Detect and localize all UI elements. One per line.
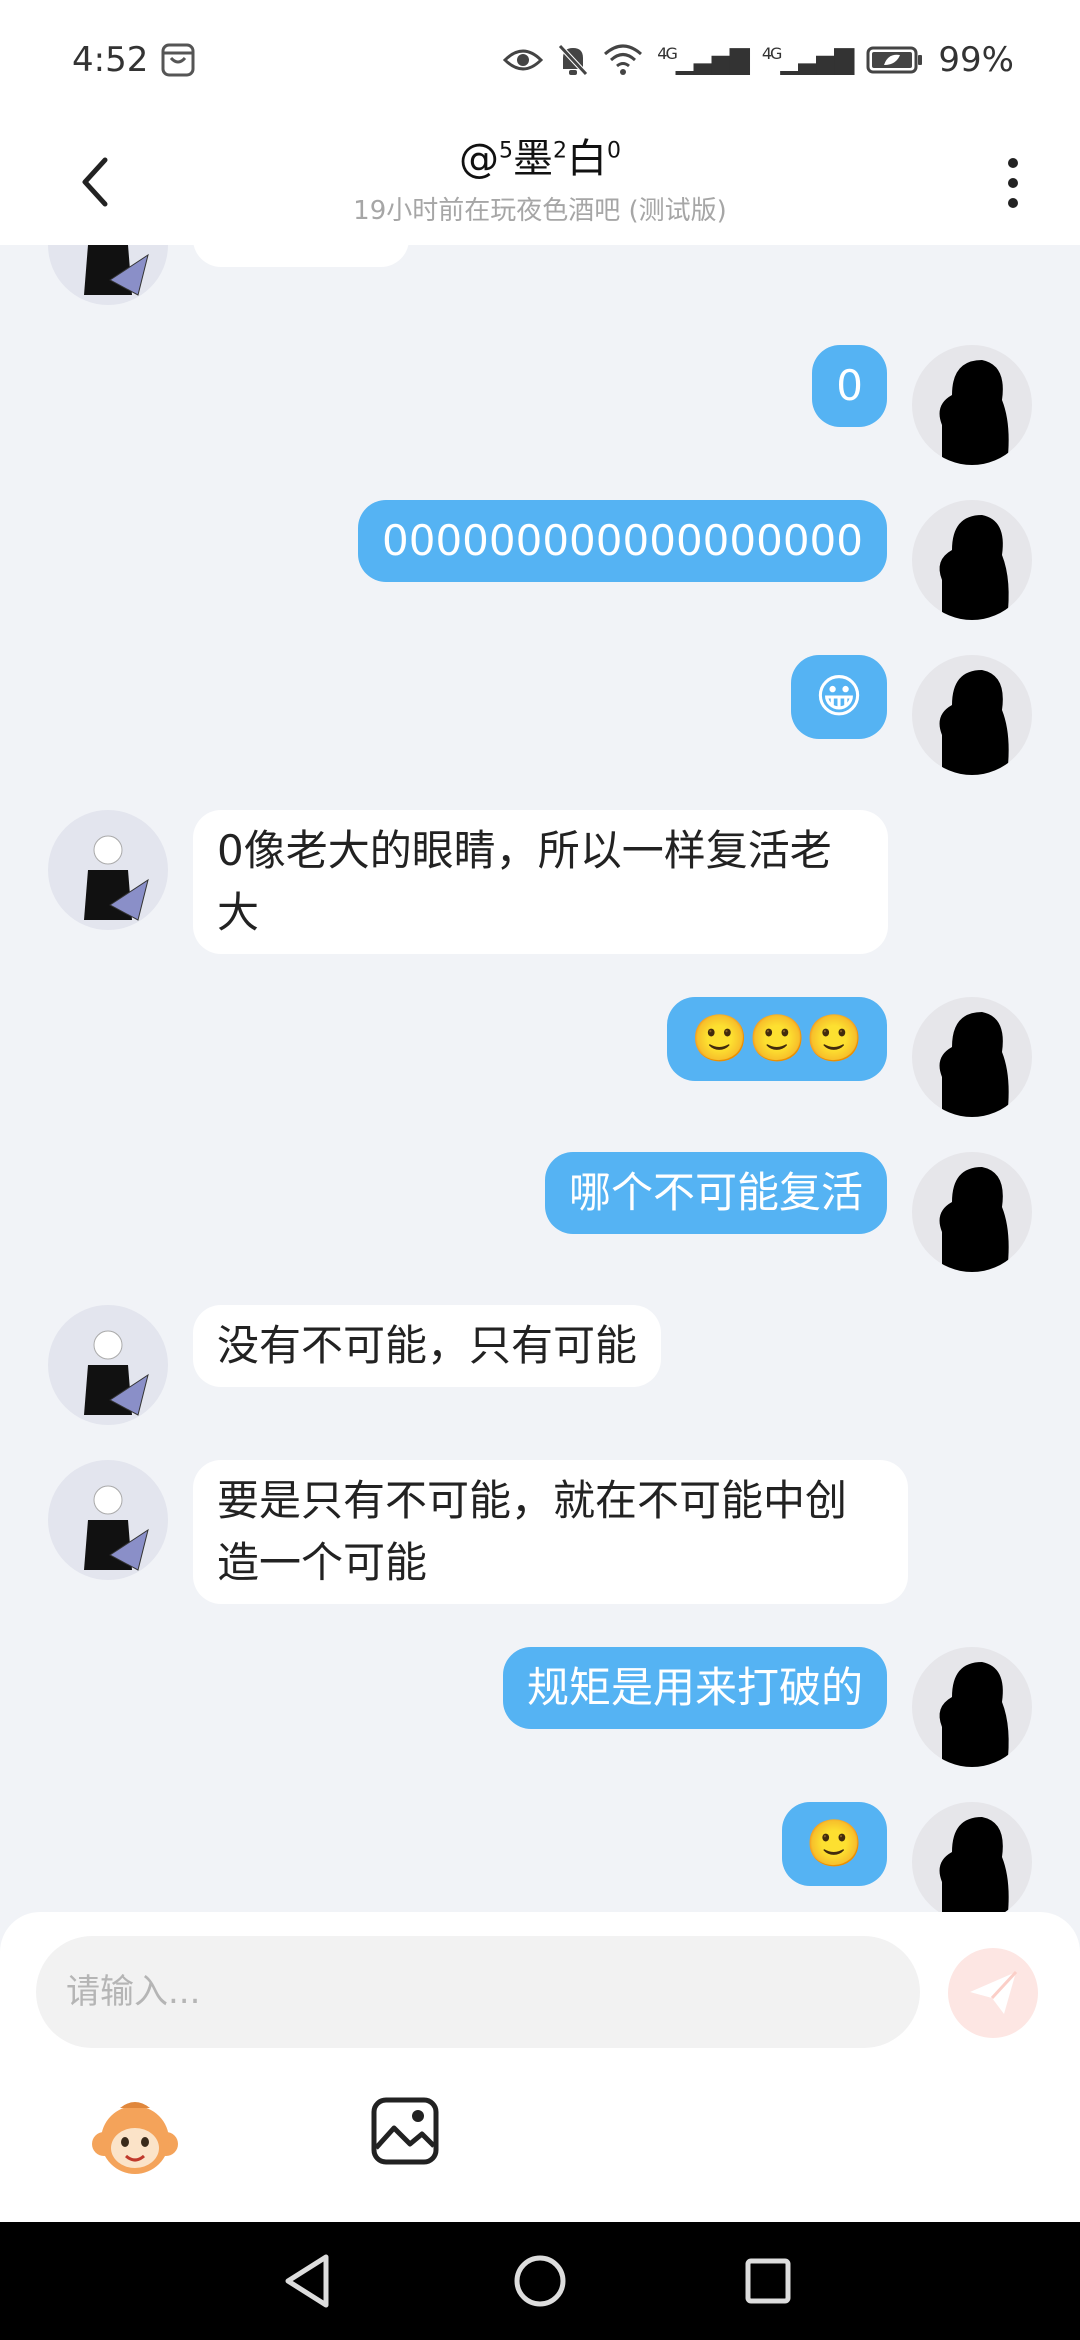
user-avatar[interactable] xyxy=(912,997,1032,1117)
status-bar: 4:52 4G▁▃▅▇ 4G▁▃▅▇ 99% xyxy=(0,0,1080,120)
nav-home-button[interactable] xyxy=(503,2244,577,2318)
message-bubble[interactable]: 🙂 xyxy=(781,1802,887,1886)
contact-avatar[interactable] xyxy=(48,245,168,305)
battery-icon xyxy=(866,46,923,74)
message-row-outgoing: 🙂🙂🙂 xyxy=(0,997,1080,1117)
contact-avatar[interactable] xyxy=(48,1305,168,1425)
more-options-button[interactable] xyxy=(988,146,1038,220)
message-row-incoming: 肝二一样 xyxy=(0,245,1080,325)
message-bubble[interactable]: 肝二一样 xyxy=(193,245,410,267)
chevron-left-icon xyxy=(82,157,108,207)
monkey-emoji-icon xyxy=(92,2102,178,2174)
message-row-outgoing: 😀 xyxy=(0,655,1080,775)
circle-home-icon xyxy=(514,2255,566,2307)
page-title: @5墨2白0 xyxy=(459,136,621,182)
message-bubble[interactable]: 规矩是用来打破的 xyxy=(502,1647,887,1729)
message-bubble[interactable]: 0 xyxy=(812,345,887,427)
user-avatar[interactable] xyxy=(912,500,1032,620)
message-bubble[interactable]: 😀 xyxy=(791,655,887,739)
app-notification-icon xyxy=(161,43,195,77)
user-avatar[interactable] xyxy=(912,1647,1032,1767)
status-right: 4G▁▃▅▇ 4G▁▃▅▇ 99% xyxy=(503,40,1014,80)
battery-percent: 99% xyxy=(938,40,1014,80)
cell-signal-2-icon: 4G▁▃▅▇ xyxy=(761,44,855,76)
nav-recents-button[interactable] xyxy=(731,2244,805,2318)
square-recents-icon xyxy=(745,2258,791,2304)
user-avatar[interactable] xyxy=(912,1802,1032,1915)
status-left: 4:52 xyxy=(72,40,196,80)
contact-avatar[interactable] xyxy=(48,810,168,930)
more-vertical-icon xyxy=(1008,158,1018,168)
composer xyxy=(0,1912,1080,2222)
message-bubble[interactable]: 没有不可能，只有可能 xyxy=(193,1305,662,1387)
user-avatar[interactable] xyxy=(912,655,1032,775)
message-bubble[interactable]: 0像老大的眼睛，所以一样复活老大 xyxy=(193,810,888,954)
message-list[interactable]: 肝二一样 0 000000000000000000 😀 0像老大的眼睛，所以一样… xyxy=(0,245,1080,1915)
slight-smile-emojis: 🙂🙂🙂 xyxy=(691,1011,863,1065)
message-bubble[interactable]: 🙂🙂🙂 xyxy=(667,997,887,1081)
message-row-incoming: 没有不可能，只有可能 xyxy=(0,1305,1080,1425)
send-button[interactable] xyxy=(948,1948,1038,2038)
message-bubble[interactable]: 000000000000000000 xyxy=(358,500,887,582)
message-bubble[interactable]: 要是只有不可能，就在不可能中创造一个可能 xyxy=(193,1460,908,1604)
contact-avatar[interactable] xyxy=(48,1460,168,1580)
user-avatar[interactable] xyxy=(912,1152,1032,1272)
eye-icon xyxy=(503,49,544,71)
grinning-emoji: 😀 xyxy=(815,669,863,723)
emoji-button[interactable] xyxy=(90,2094,180,2184)
wifi-icon xyxy=(604,44,643,75)
system-nav-bar xyxy=(0,2222,1080,2340)
send-icon xyxy=(970,1970,1018,2014)
image-icon xyxy=(371,2097,439,2165)
message-row-outgoing: 000000000000000000 xyxy=(0,500,1080,620)
last-active-subtitle: 19小时前在玩夜色酒吧 (测试版) xyxy=(353,196,727,226)
back-button[interactable] xyxy=(60,142,130,222)
triangle-back-icon xyxy=(285,2254,329,2308)
message-row-outgoing: 0 xyxy=(0,345,1080,465)
message-bubble[interactable]: 哪个不可能复活 xyxy=(544,1152,887,1234)
slight-smile-emoji: 🙂 xyxy=(805,1816,863,1870)
image-button[interactable] xyxy=(370,2096,440,2166)
message-row-incoming: 0像老大的眼睛，所以一样复活老大 xyxy=(0,810,1080,980)
title-block: @5墨2白0 19小时前在玩夜色酒吧 (测试版) xyxy=(240,126,840,227)
nav-back-button[interactable] xyxy=(270,2244,344,2318)
status-time: 4:52 xyxy=(72,40,149,80)
message-row-outgoing: 🙂 xyxy=(0,1802,1080,1915)
message-row-incoming: 要是只有不可能，就在不可能中创造一个可能 xyxy=(0,1460,1080,1630)
message-row-outgoing: 哪个不可能复活 xyxy=(0,1152,1080,1272)
chat-header: @5墨2白0 19小时前在玩夜色酒吧 (测试版) xyxy=(0,120,1080,245)
cell-signal-1-icon: 4G▁▃▅▇ xyxy=(657,44,750,76)
user-avatar[interactable] xyxy=(912,345,1032,465)
mute-bell-icon xyxy=(558,44,589,76)
message-row-outgoing: 规矩是用来打破的 xyxy=(0,1647,1080,1767)
message-input[interactable] xyxy=(36,1936,920,2048)
